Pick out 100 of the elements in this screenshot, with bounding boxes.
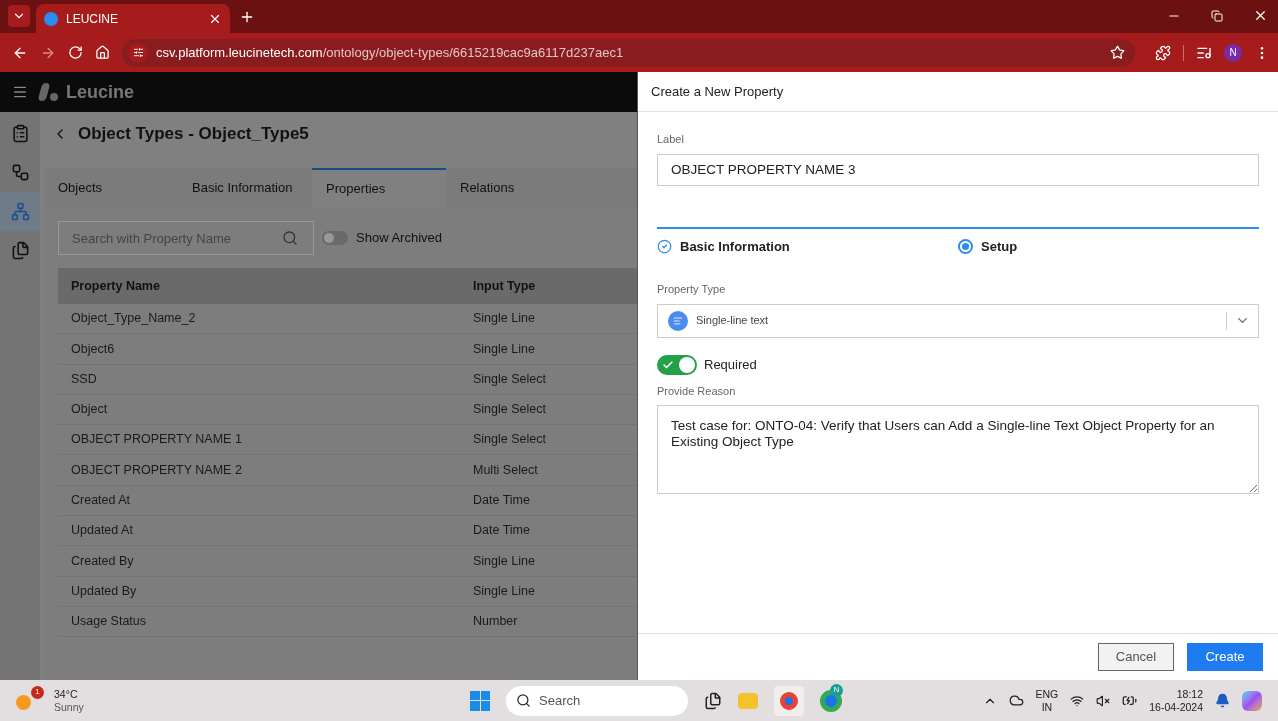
field-label: Property Type — [657, 282, 727, 297]
nav-icon — [10, 241, 30, 260]
search-field[interactable]: Search with Property Name — [58, 221, 314, 255]
table-cell-text: Object — [70, 401, 109, 419]
region-code[interactable]: IN — [1041, 700, 1053, 714]
step-label: Basic Information — [680, 237, 790, 256]
notification-badge: 1 — [31, 685, 44, 699]
weather-condition: Sunny — [54, 700, 84, 714]
browser-tab[interactable]: LEUCINE — [36, 4, 230, 33]
table-row[interactable]: SSD Single Select — [58, 364, 637, 395]
page-title: Object Types - Object_Type5 — [78, 122, 309, 145]
table-row[interactable]: OBJECT PROPERTY NAME 2 Multi Select — [58, 455, 637, 486]
clock-time[interactable]: 18:12 — [1176, 687, 1203, 701]
chrome-icon[interactable] — [774, 685, 804, 716]
site-settings-icon[interactable] — [128, 42, 148, 63]
tab-list-button[interactable] — [8, 5, 30, 27]
tab[interactable]: Objects — [44, 168, 178, 208]
taskbar-search[interactable]: Search — [506, 685, 688, 716]
radio-icon — [958, 238, 973, 254]
cancel-button[interactable]: Cancel — [1098, 643, 1174, 671]
table-row[interactable]: Object Single Select — [58, 394, 637, 426]
step[interactable]: Basic Information — [657, 236, 958, 256]
table-cell-text: OBJECT PROPERTY NAME 2 — [70, 461, 243, 479]
table-cell-text: Single Line — [473, 340, 535, 358]
table-cell-text: Single Line — [473, 582, 535, 600]
step-label: Setup — [981, 237, 1018, 256]
table-cell-text: Object6 — [70, 340, 116, 358]
bell-icon[interactable] — [1215, 693, 1230, 708]
battery-icon[interactable] — [1122, 693, 1138, 708]
profile-avatar[interactable]: N — [1224, 43, 1242, 62]
temperature: 34°C — [54, 687, 79, 701]
table-row[interactable]: Created At Date Time — [58, 485, 637, 517]
table-cell-text: Updated At — [70, 522, 134, 540]
nav-icon — [10, 202, 30, 221]
reason-text-area[interactable]: Test case for: ONTO-04: Verify that Users can Add a Single-line Text Object Property for an Existing Object Type — [657, 405, 1259, 494]
brand-name: Leucine — [66, 80, 135, 104]
site-favicon-icon — [44, 11, 58, 26]
select-value: Single-line text — [696, 313, 770, 329]
tab[interactable]: Relations — [446, 168, 580, 208]
table-cell-text: Single Select — [473, 370, 546, 388]
tab[interactable]: Basic Information — [178, 168, 312, 208]
show-archived-toggle[interactable] — [322, 231, 348, 245]
table-cell-text: Date Time — [473, 492, 530, 510]
table-cell-text: Created At — [70, 492, 132, 510]
extensions-icon[interactable] — [1155, 44, 1171, 61]
property-type-select[interactable]: Single-line text — [657, 303, 1259, 338]
restore-icon[interactable] — [1211, 9, 1223, 22]
table-row[interactable]: Updated At Date Time — [58, 516, 637, 547]
table-row[interactable]: Updated By Single Line — [58, 576, 637, 607]
table-row[interactable]: Usage Status Number — [58, 606, 637, 638]
table-row[interactable]: Object6 Single Line — [58, 334, 637, 365]
logo-icon — [40, 83, 58, 101]
table-cell-text: Created By — [70, 552, 135, 570]
table-cell-text: Date Time — [473, 522, 530, 540]
nav-icon — [10, 163, 30, 182]
mute-icon[interactable] — [1096, 693, 1111, 708]
start-icon[interactable] — [470, 690, 490, 711]
table-row[interactable]: OBJECT PROPERTY NAME 1 Single Select — [58, 425, 637, 456]
menu-icon[interactable] — [12, 84, 28, 100]
show-archived-label: Show Archived — [356, 229, 442, 248]
table-row[interactable]: Object_Type_Name_2 Single Line — [58, 304, 637, 335]
bookmark-star-icon[interactable] — [1110, 45, 1125, 60]
tab[interactable]: Properties — [312, 168, 446, 208]
table-cell-text: SSD — [70, 370, 98, 388]
table-cell-text: Object_Type_Name_2 — [70, 310, 197, 328]
check-circle-icon — [657, 238, 672, 254]
required-label: Required — [704, 355, 757, 374]
step[interactable]: Setup — [958, 236, 1259, 256]
url-text: csv.platform.leucinetech.com/ontology/object-types/6615219cac9a6117d237aec1 — [156, 43, 625, 62]
table-cell-text: OBJECT PROPERTY NAME 1 — [70, 431, 243, 449]
required-toggle[interactable] — [657, 354, 697, 375]
home-icon[interactable] — [95, 45, 110, 60]
wifi-icon[interactable] — [1070, 693, 1085, 708]
sliders-icon — [132, 47, 144, 58]
column-header: Input Type — [473, 277, 536, 295]
nav-icon — [10, 124, 30, 143]
create-button[interactable]: Create — [1187, 643, 1263, 671]
table-cell-text: Single Select — [473, 431, 546, 449]
tab-title: LEUCINE — [66, 10, 119, 28]
label-input-field[interactable]: OBJECT PROPERTY NAME 3 — [657, 153, 1259, 186]
table-cell-text: Single Line — [473, 552, 535, 570]
close-icon[interactable] — [1253, 8, 1268, 23]
cloud-icon[interactable] — [1008, 693, 1024, 708]
language-code[interactable]: ENG — [1035, 687, 1059, 701]
task-view-icon[interactable] — [704, 691, 722, 710]
clock-date[interactable]: 16-04-2024 — [1149, 700, 1203, 714]
column-header: Property Name — [70, 277, 161, 295]
address-bar[interactable]: csv.platform.leucinetech.com/ontology/object-types/6615219cac9a6117d237aec1 — [122, 38, 1135, 67]
drawer-title: Create a New Property — [651, 82, 784, 101]
table-cell-text: Multi Select — [473, 461, 538, 479]
reload-icon[interactable] — [68, 45, 83, 60]
table-cell-text: Updated By — [70, 582, 138, 600]
table-cell-text: Number — [473, 613, 518, 631]
new-tab-icon[interactable] — [239, 9, 255, 25]
table-row[interactable]: Created By Single Line — [58, 546, 637, 577]
copilot-icon[interactable] — [1242, 690, 1262, 711]
table-cell-text: Usage Status — [70, 613, 148, 631]
field-label: Label — [657, 132, 685, 147]
table-cell-text: Single Select — [473, 401, 546, 419]
table-cell-text: Single Line — [473, 310, 535, 328]
